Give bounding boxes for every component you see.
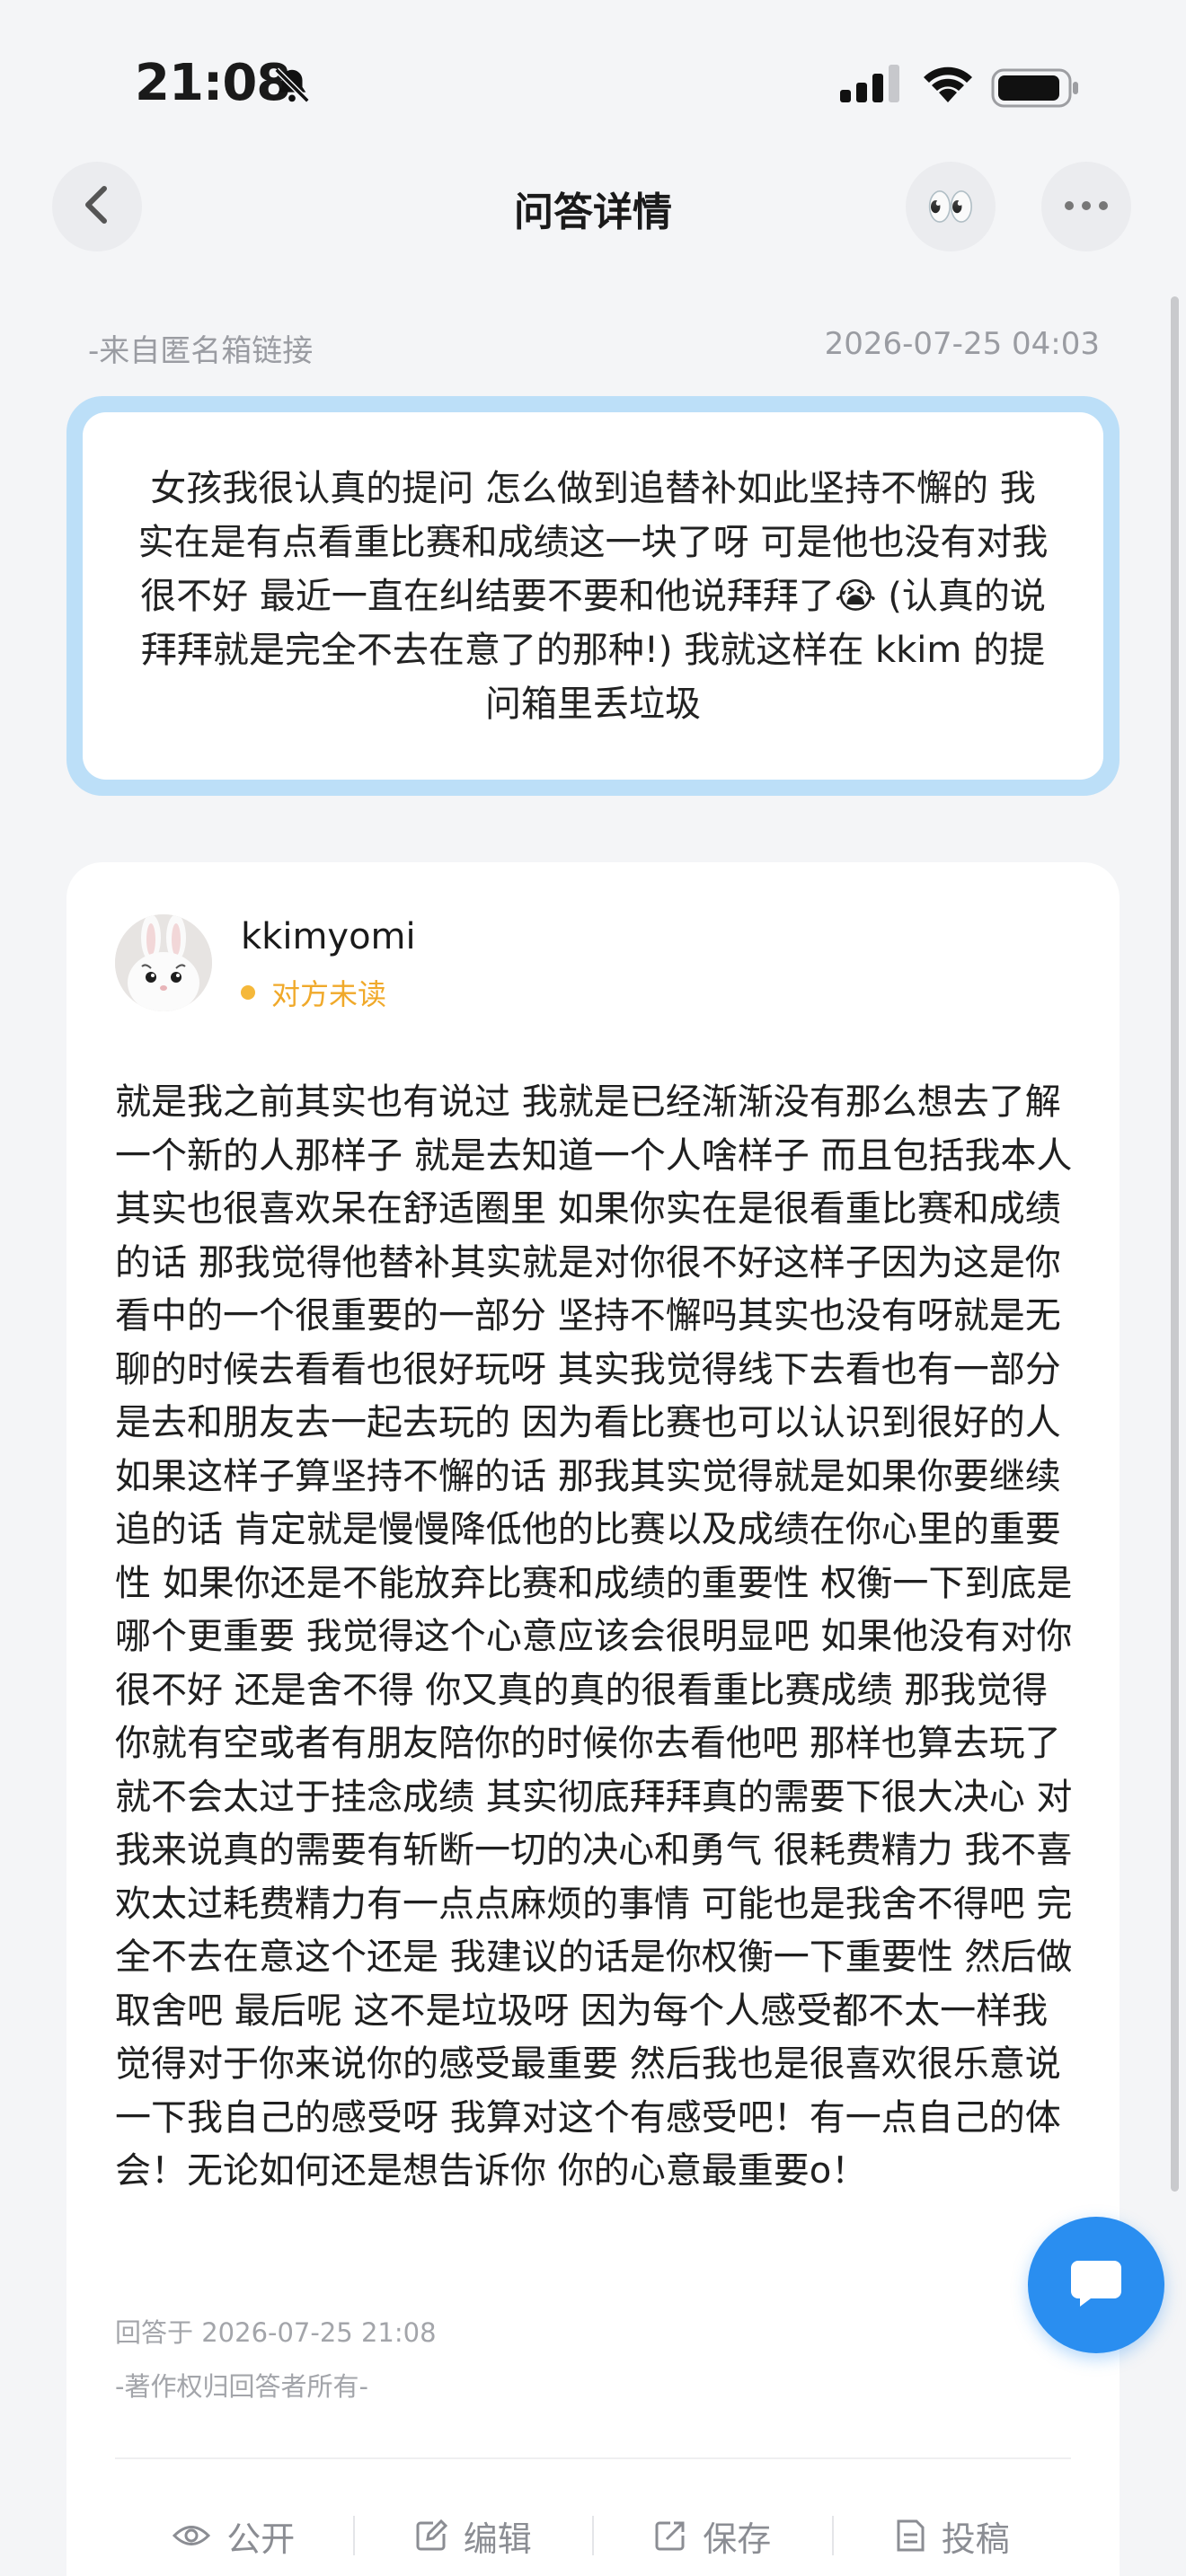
question-source: -来自匿名箱链接	[88, 333, 314, 369]
more-button[interactable]	[1041, 162, 1131, 251]
cellular-signal-icon	[840, 65, 903, 106]
unread-dot-icon	[241, 985, 255, 1000]
eyes-button[interactable]: 👀	[906, 162, 996, 251]
document-icon	[895, 2519, 925, 2553]
public-button-label: 公开	[226, 2519, 296, 2559]
question-meta: -来自匿名箱链接 2026-07-25 04:03	[88, 326, 1100, 371]
answer-text: 就是我之前其实也有说过 我就是已经渐渐没有那么想去了解一个新的人那样子 就是去知…	[115, 1081, 1073, 2192]
action-bar: 公开 编辑 保存 投稿	[115, 2459, 1071, 2576]
question-card: 女孩我很认真的提问 怎么做到追替补如此坚持不懈的 我实在是有点看重比赛和成绩这一…	[66, 396, 1120, 796]
submit-button-label: 投稿	[941, 2519, 1010, 2559]
answer-card: kkimyomi 对方未读 就是我之前其实也有说过 我就是已经渐渐没有那么想去了…	[66, 862, 1120, 2576]
save-button[interactable]: 保存	[594, 2459, 832, 2576]
answered-timestamp: 回答于 2026-07-25 21:08	[115, 2317, 437, 2348]
read-status-label: 对方未读	[271, 977, 387, 1011]
battery-icon	[991, 68, 1081, 111]
chat-fab-button[interactable]	[1028, 2217, 1164, 2353]
eye-icon	[173, 2522, 211, 2549]
bell-slash-icon	[271, 65, 313, 110]
eyes-emoji-icon: 👀	[925, 184, 976, 230]
chat-bubble-icon	[1069, 2257, 1123, 2313]
bunny-avatar-image	[115, 914, 212, 1011]
read-status: 对方未读	[241, 972, 386, 1013]
avatar[interactable]	[115, 914, 212, 1011]
more-horizontal-icon	[1063, 198, 1110, 216]
question-date: 2026-07-25 04:03	[824, 326, 1100, 362]
wifi-icon	[921, 63, 975, 108]
scrollbar[interactable]	[1171, 296, 1179, 2192]
question-text: 女孩我很认真的提问 怎么做到追替补如此坚持不懈的 我实在是有点看重比赛和成绩这一…	[137, 467, 1049, 725]
status-time: 21:08	[135, 54, 291, 112]
page-title: 问答详情	[514, 190, 672, 235]
edit-icon	[415, 2519, 447, 2552]
edit-button[interactable]: 编辑	[355, 2459, 593, 2576]
submit-button[interactable]: 投稿	[834, 2459, 1072, 2576]
save-button-label: 保存	[703, 2519, 772, 2559]
public-button[interactable]: 公开	[115, 2459, 353, 2576]
edit-button-label: 编辑	[463, 2519, 532, 2559]
share-icon	[654, 2519, 686, 2552]
question-card-inner: 女孩我很认真的提问 怎么做到追替补如此坚持不懈的 我实在是有点看重比赛和成绩这一…	[83, 412, 1103, 780]
answerer-username[interactable]: kkimyomi	[241, 916, 416, 957]
copyright-note: -著作权归回答者所有-	[115, 2371, 368, 2402]
